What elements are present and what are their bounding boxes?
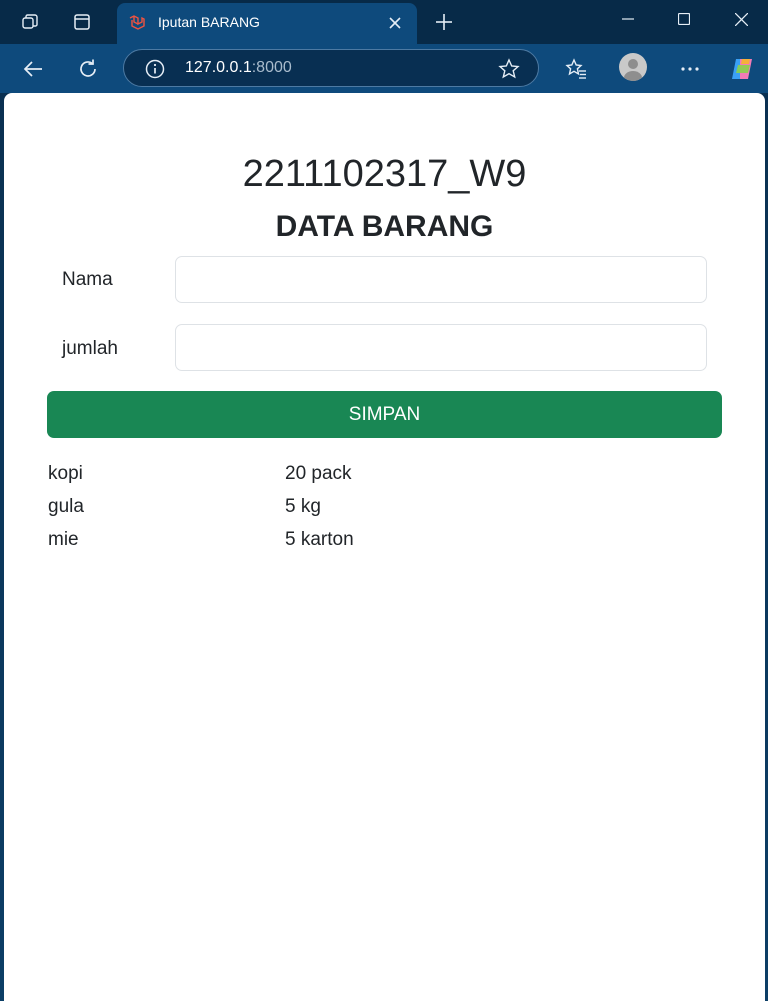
item-name: mie <box>48 529 79 550</box>
item-quantity: 5 karton <box>285 529 354 550</box>
tab-active[interactable]: Iputan BARANG <box>117 3 417 44</box>
tab-actions-icon[interactable] <box>68 8 96 36</box>
tab-title: Iputan BARANG <box>158 14 260 30</box>
browser-window: Iputan BARANG 127.0.0.1:8000 2211102317_… <box>0 0 768 1001</box>
page-viewport: 2211102317_W9 DATA BARANG Nama jumlah SI… <box>4 93 765 1001</box>
list-item: kopi 20 pack <box>48 463 728 496</box>
site-info-icon[interactable] <box>144 58 166 80</box>
list-item: mie 5 karton <box>48 529 728 562</box>
page-title: 2211102317_W9 <box>242 153 527 195</box>
jumlah-label: jumlah <box>62 338 118 359</box>
list-item: gula 5 kg <box>48 496 728 529</box>
refresh-button[interactable] <box>72 53 104 85</box>
simpan-button[interactable]: SIMPAN <box>47 391 722 438</box>
item-quantity: 5 kg <box>285 496 321 517</box>
laravel-favicon-icon <box>129 15 145 30</box>
page-subtitle: DATA BARANG <box>275 210 494 243</box>
more-options-icon[interactable] <box>674 53 706 85</box>
browser-toolbar: 127.0.0.1:8000 <box>0 44 768 93</box>
item-name: kopi <box>48 463 83 484</box>
close-window-button[interactable] <box>717 4 765 34</box>
back-button[interactable] <box>17 53 49 85</box>
favorite-star-icon[interactable] <box>498 58 520 80</box>
jumlah-input[interactable] <box>175 324 707 371</box>
new-tab-button[interactable] <box>430 8 458 36</box>
favorites-icon[interactable] <box>560 53 592 85</box>
item-list: kopi 20 pack gula 5 kg mie 5 karton <box>48 463 728 562</box>
address-text[interactable]: 127.0.0.1:8000 <box>185 59 292 77</box>
profile-avatar[interactable] <box>619 53 647 81</box>
item-quantity: 20 pack <box>285 463 352 484</box>
address-bar[interactable]: 127.0.0.1:8000 <box>123 49 539 87</box>
nama-label: Nama <box>62 269 113 290</box>
tab-close-icon[interactable] <box>383 11 407 35</box>
minimize-button[interactable] <box>604 4 652 34</box>
workspaces-icon[interactable] <box>16 8 44 36</box>
nama-input[interactable] <box>175 256 707 303</box>
maximize-button[interactable] <box>660 4 708 34</box>
copilot-icon[interactable] <box>726 53 758 85</box>
item-name: gula <box>48 496 84 517</box>
tab-bar: Iputan BARANG <box>0 0 768 44</box>
